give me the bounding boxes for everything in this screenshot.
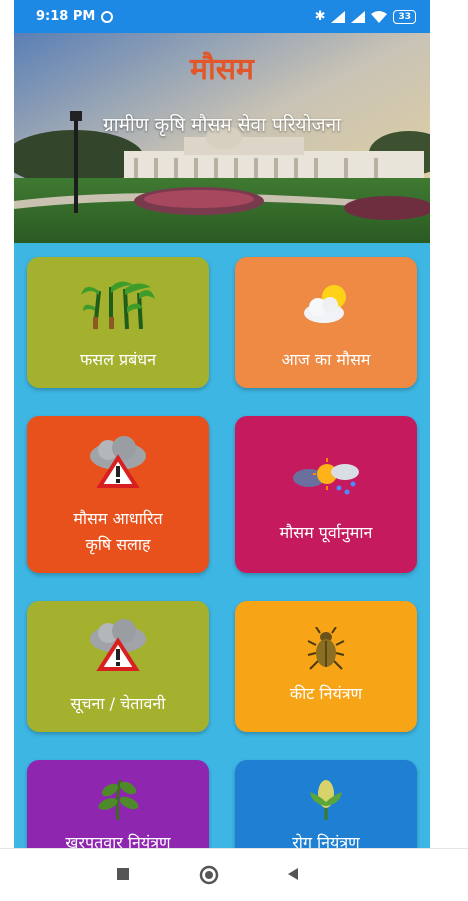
weed-icon [98,779,139,820]
wifi-icon [371,10,388,23]
status-time: 9:18 PM [36,9,96,24]
insect-icon [307,627,345,670]
forecast-icon [293,458,359,495]
tile-label: सूचना / चेतावनी [70,694,166,713]
header-banner: मौसम ग्रामीण कृषि मौसम सेवा परियोजना [14,33,430,243]
tile-label-line1: मौसम आधारित [73,509,163,528]
signal-icon [331,10,346,23]
tile-disease-control[interactable]: रोग नियंत्रण [235,760,417,848]
home-button[interactable] [199,865,219,885]
tile-label: रोग नियंत्रण [292,833,360,848]
battery-icon: 33 [393,9,416,24]
project-subtitle: ग्रामीण कृषि मौसम सेवा परियोजना [102,114,342,136]
tile-todays-weather[interactable]: आज का मौसम [235,257,417,388]
tile-label: मौसम पूर्वानुमान [279,523,373,542]
sugarcane-icon [81,281,155,330]
alarm-icon [101,10,114,23]
bluetooth-icon: ✱ [314,9,326,24]
app-title: मौसम [190,52,254,87]
tile-label: मौसम आधारित कृषि सलाह [27,506,209,558]
sun-cloud-icon [304,285,346,323]
tile-crop-management[interactable]: फसल प्रबंधन [27,257,209,388]
tile-weed-control[interactable]: खरपतवार नियंत्रण [27,760,209,848]
tile-agro-advisory[interactable]: मौसम आधारित कृषि सलाह [27,416,209,573]
back-button[interactable] [286,867,300,881]
app-screen: 9:18 PM ✱ 33 मौसम ग्रामीण कृषि मौसम सेवा… [14,0,430,848]
tile-label: कीट नियंत्रण [289,684,363,703]
status-bar: 9:18 PM ✱ 33 [14,0,430,33]
tile-label-line2: कृषि सलाह [85,535,151,554]
tile-label: खरपतवार नियंत्रण [65,833,171,848]
storm-warning-icon [90,619,146,671]
system-navigation-bar [0,848,468,901]
plant-disease-icon [310,780,342,820]
tile-label: फसल प्रबंधन [79,350,157,369]
signal-icon [351,10,366,23]
tile-information-warning[interactable]: सूचना / चेतावनी [27,601,209,732]
tile-weather-forecast[interactable]: मौसम पूर्वानुमान [235,416,417,573]
tile-label: आज का मौसम [281,350,371,369]
tile-pest-control[interactable]: कीट नियंत्रण [235,601,417,732]
recent-apps-button[interactable] [116,867,130,881]
storm-warning-icon [90,436,146,488]
